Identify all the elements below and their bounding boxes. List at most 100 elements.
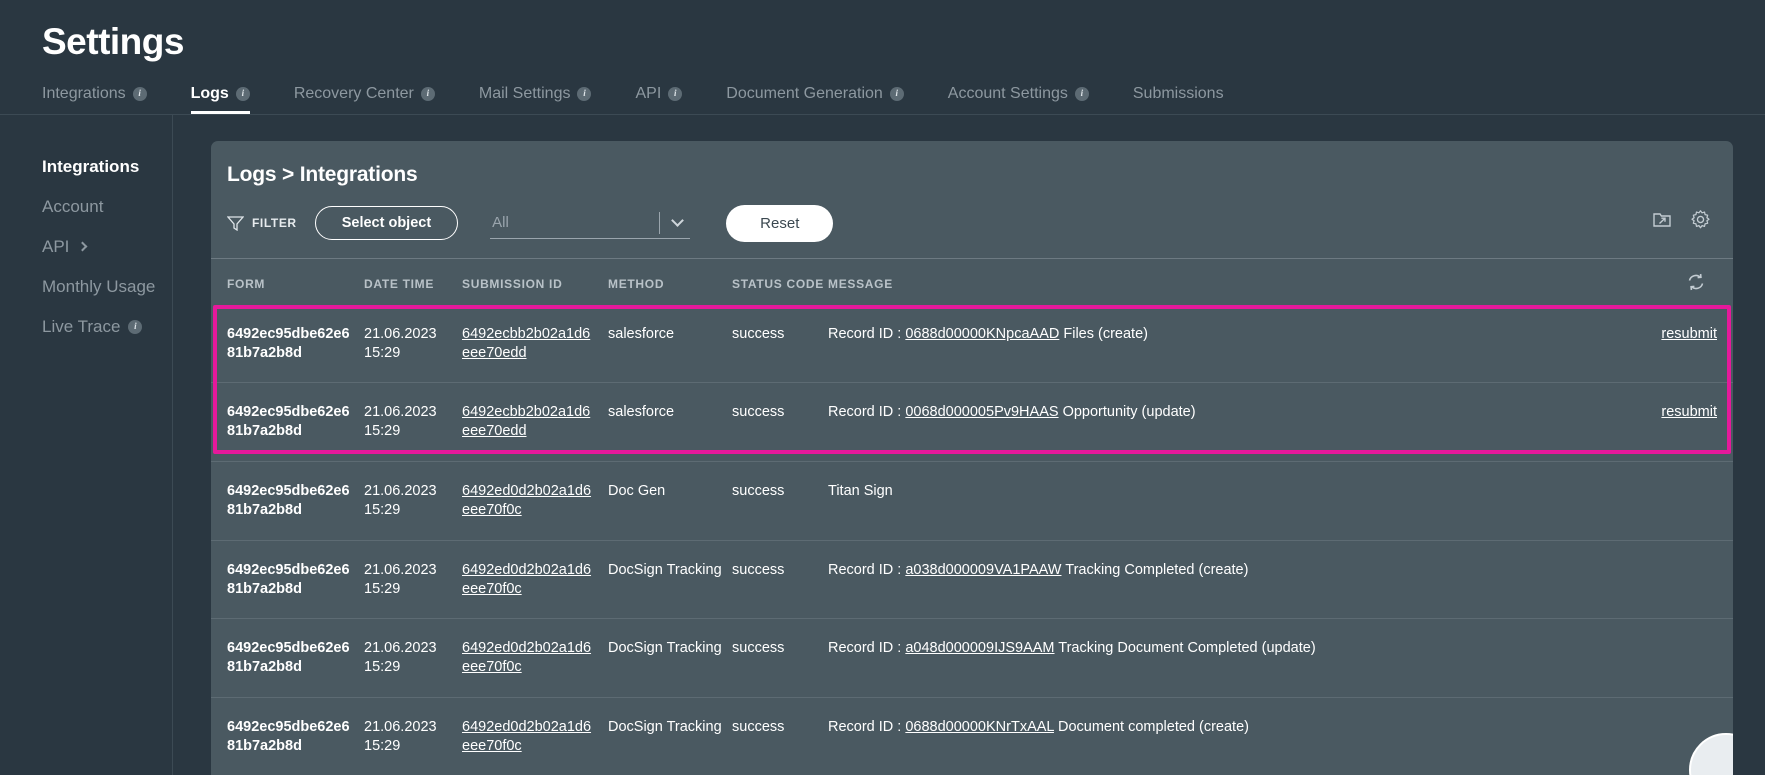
cell-time: 15:29: [364, 423, 401, 440]
funnel-icon: [227, 216, 244, 231]
info-icon[interactable]: i: [128, 319, 143, 334]
tab-label: Account Settings: [947, 84, 1068, 102]
sidebar-item-live-trace[interactable]: Live Trace i: [0, 307, 172, 347]
submission-id-link[interactable]: 6492ed0d2b02a1d6eee70f0c: [462, 561, 608, 599]
sidebar-item-label: Monthly Usage: [42, 276, 156, 296]
cell-method: salesforce: [608, 404, 675, 421]
tab-integrations[interactable]: Integrations i: [42, 85, 169, 114]
info-icon[interactable]: i: [235, 86, 250, 101]
record-id-link[interactable]: 0688d00000KNpcaAAD: [905, 326, 1059, 342]
cell-status-code: success: [732, 325, 785, 342]
export-icon[interactable]: [1652, 209, 1672, 229]
tab-mail-settings[interactable]: Mail Settings i: [479, 85, 614, 114]
select-divider: [659, 211, 661, 234]
cell-message: Titan Sign: [828, 482, 1627, 501]
cell-datetime: 21.06.2023 15:29: [364, 482, 462, 520]
cell-date: 21.06.2023: [364, 483, 437, 500]
submission-id-link[interactable]: 6492ed0d2b02a1d6eee70f0c: [462, 718, 608, 756]
submission-id-link[interactable]: 6492ed0d2b02a1d6eee70f0c: [462, 482, 608, 520]
cell-submission-id: 6492ecbb2b02a1d6eee70edd: [462, 403, 608, 441]
tab-api[interactable]: API i: [635, 85, 704, 114]
message-suffix: Document completed (create): [1053, 719, 1249, 736]
cell-time: 15:29: [364, 501, 401, 518]
column-header: STATUS CODE: [732, 276, 824, 291]
cell-form: 6492ec95dbe62e681b7a2b8d: [227, 404, 350, 440]
submission-id-link[interactable]: 6492ecbb2b02a1d6eee70edd: [462, 403, 608, 441]
chevron-right-icon[interactable]: [77, 241, 88, 252]
tab-submissions[interactable]: Submissions: [1133, 85, 1246, 114]
table-row[interactable]: 6492ec95dbe62e681b7a2b8d 21.06.2023 15:29 6…: [211, 698, 1733, 775]
record-id-link[interactable]: 0068d000005Pv9HAAS: [905, 404, 1058, 420]
record-id-link[interactable]: 0688d00000KNrTxAAL: [905, 719, 1054, 735]
object-select[interactable]: All: [490, 208, 691, 239]
table-row[interactable]: 6492ec95dbe62e681b7a2b8d 21.06.2023 15:29 6…: [211, 383, 1733, 463]
object-select-value: All: [492, 213, 509, 231]
cell-method: DocSign Tracking: [608, 719, 722, 736]
info-icon[interactable]: i: [132, 86, 147, 101]
reset-button[interactable]: Reset: [726, 204, 834, 242]
cell-form: 6492ec95dbe62e681b7a2b8d: [227, 561, 350, 597]
cell-datetime: 21.06.2023 15:29: [364, 639, 462, 677]
table-row[interactable]: 6492ec95dbe62e681b7a2b8d 21.06.2023 15:29 6…: [211, 462, 1733, 541]
sidebar-item-integrations[interactable]: Integrations: [0, 147, 172, 187]
message-prefix: Record ID :: [828, 640, 906, 657]
message-prefix: Record ID :: [828, 561, 906, 578]
chevron-down-icon[interactable]: [671, 213, 685, 227]
table-row[interactable]: 6492ec95dbe62e681b7a2b8d 21.06.2023 15:29 6…: [211, 541, 1733, 620]
cell-submission-id: 6492ed0d2b02a1d6eee70f0c: [462, 718, 608, 756]
tab-account-settings[interactable]: Account Settings i: [948, 85, 1111, 114]
select-object-button[interactable]: Select object: [314, 206, 459, 241]
cell-date: 21.06.2023: [364, 404, 437, 421]
resubmit-link[interactable]: resubmit: [1661, 404, 1717, 420]
message-suffix: Files (create): [1059, 325, 1148, 342]
breadcrumb: Logs > Integrations: [227, 162, 418, 186]
cell-submission-id: 6492ed0d2b02a1d6eee70f0c: [462, 482, 608, 520]
gear-icon[interactable]: [1690, 209, 1711, 230]
resubmit-link[interactable]: resubmit: [1661, 326, 1717, 342]
cell-method: Doc Gen: [608, 483, 666, 500]
logs-card: Logs > Integrations FILTER Select object…: [211, 140, 1733, 775]
message-prefix: Record ID :: [828, 719, 906, 736]
info-icon[interactable]: i: [1074, 86, 1089, 101]
sidebar-item-api[interactable]: API: [0, 227, 172, 267]
table-row[interactable]: 6492ec95dbe62e681b7a2b8d 21.06.2023 15:29 6…: [211, 619, 1733, 699]
table-row[interactable]: 6492ec95dbe62e681b7a2b8d 21.06.2023 15:29 6…: [211, 305, 1733, 384]
sidebar-item-label: Account: [42, 196, 104, 216]
record-id-link[interactable]: a048d000009IJS9AAM: [905, 640, 1054, 656]
tab-label: Mail Settings: [478, 84, 571, 102]
column-header: MESSAGE: [828, 276, 893, 291]
cell-date: 21.06.2023: [364, 640, 437, 657]
info-icon[interactable]: i: [668, 86, 683, 101]
cell-status-code: success: [732, 561, 785, 578]
column-header: METHOD: [608, 276, 665, 291]
submission-id-link[interactable]: 6492ecbb2b02a1d6eee70edd: [462, 325, 608, 363]
cell-datetime: 21.06.2023 15:29: [364, 561, 462, 599]
tab-recovery-center[interactable]: Recovery Center i: [294, 85, 457, 114]
record-id-link[interactable]: a038d000009VA1PAAW: [905, 562, 1061, 578]
info-icon[interactable]: i: [889, 86, 904, 101]
cell-message: Record ID : a048d000009IJS9AAM Tracking …: [828, 639, 1627, 658]
content-area: Logs > Integrations FILTER Select object…: [173, 115, 1765, 775]
tab-logs[interactable]: Logs i: [190, 85, 272, 114]
cell-message: Record ID : a038d000009VA1PAAW Tracking …: [828, 561, 1627, 580]
info-icon[interactable]: i: [577, 86, 592, 101]
cell-form: 6492ec95dbe62e681b7a2b8d: [227, 325, 350, 361]
sidebar-item-account[interactable]: Account: [0, 187, 172, 227]
message-prefix: Record ID :: [828, 404, 906, 421]
submission-id-link[interactable]: 6492ed0d2b02a1d6eee70f0c: [462, 639, 608, 677]
tab-label: Submissions: [1132, 84, 1224, 102]
table-header: FORM DATE TIME SUBMISSION ID METHOD STATUS C…: [211, 259, 1733, 305]
sidebar-item-label: Integrations: [42, 156, 140, 176]
info-icon[interactable]: i: [420, 86, 435, 101]
cell-datetime: 21.06.2023 15:29: [364, 403, 462, 441]
refresh-icon[interactable]: [1685, 271, 1707, 298]
cell-message: Record ID : 0068d000005Pv9HAAS Opportuni…: [828, 403, 1627, 422]
message-suffix: Tracking Document Completed (update): [1054, 640, 1316, 657]
tab-document-generation[interactable]: Document Generation i: [726, 85, 926, 114]
cell-status-code: success: [732, 719, 785, 736]
sidebar-item-monthly-usage[interactable]: Monthly Usage: [0, 267, 172, 307]
cell-status-code: success: [732, 640, 785, 657]
sidebar-item-label: Live Trace: [42, 316, 121, 336]
cell-datetime: 21.06.2023 15:29: [364, 325, 462, 363]
cell-message: Record ID : 0688d00000KNrTxAAL Document …: [828, 718, 1627, 737]
